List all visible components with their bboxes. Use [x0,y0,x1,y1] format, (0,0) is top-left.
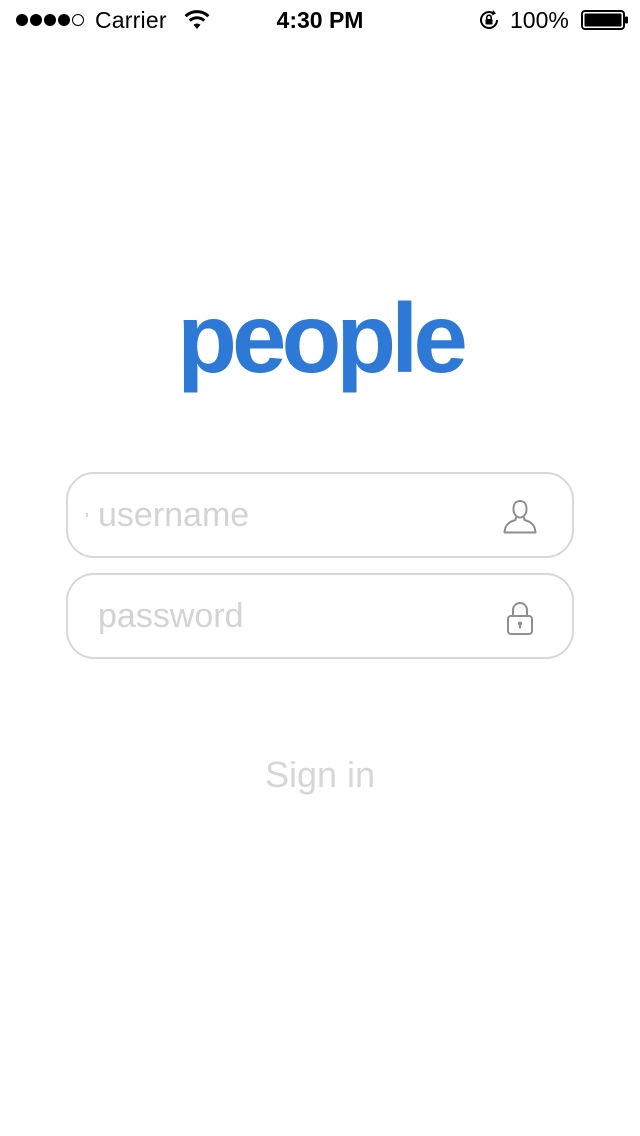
lock-icon [507,602,533,635]
battery-icon [581,10,628,30]
status-bar: Carrier 4:30 PM 100% [0,0,640,40]
password-field-container [66,573,574,659]
input-caret-mark [86,513,88,517]
rotation-lock-icon [480,10,499,29]
username-input[interactable] [98,474,498,556]
username-field-container [66,472,574,558]
password-input[interactable] [98,575,498,657]
battery-percentage: 100% [510,7,569,33]
user-icon [503,499,537,534]
sign-in-button[interactable]: Sign in [230,752,410,798]
app-logo: people [177,283,468,393]
